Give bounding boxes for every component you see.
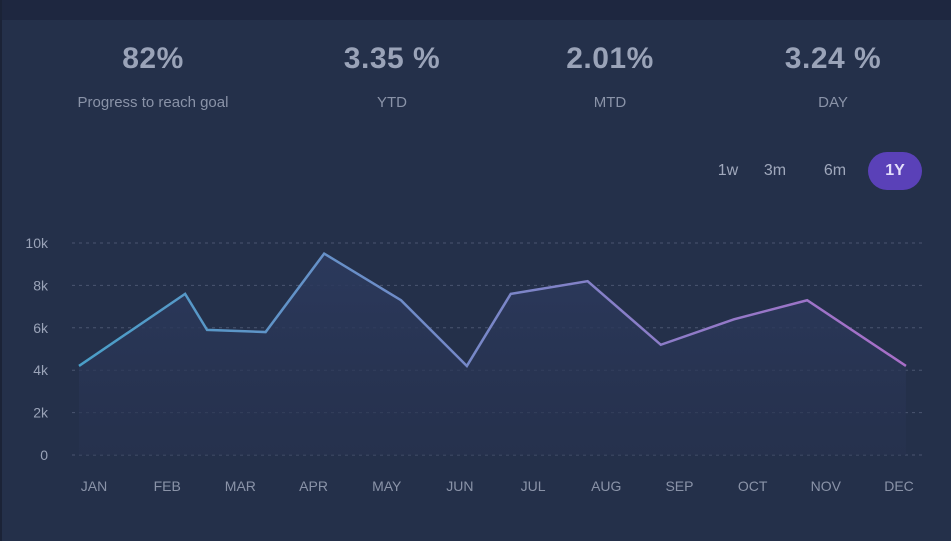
- x-tick-label: MAY: [372, 478, 402, 494]
- stat-label: YTD: [377, 94, 407, 111]
- stat-label: DAY: [818, 94, 848, 111]
- stat-ytd: 3.35 % YTD: [282, 20, 502, 140]
- x-tick-label: APR: [299, 478, 328, 494]
- stat-mtd: 2.01% MTD: [500, 20, 720, 140]
- stat-label: MTD: [593, 94, 627, 111]
- x-tick-label: DEC: [884, 478, 914, 494]
- stat-day: 3.24 % DAY: [723, 20, 943, 140]
- x-tick-label: AUG: [591, 478, 621, 494]
- y-tick-label: 0: [40, 447, 48, 463]
- top-bar: [2, 0, 951, 20]
- x-tick-label: OCT: [738, 478, 768, 494]
- x-tick-label: SEP: [665, 478, 693, 494]
- range-tab-6m[interactable]: 6m: [814, 152, 856, 190]
- area-fill: [79, 253, 906, 455]
- y-tick-label: 8k: [33, 277, 49, 293]
- chart-svg: 0 2k 4k 6k 8k 10k JAN FEB MAR APR MAY JUN JUL AUG SEP…: [25, 235, 922, 494]
- range-tab-1w[interactable]: 1w: [708, 152, 748, 190]
- y-axis-labels: 0 2k 4k 6k 8k 10k: [25, 235, 49, 463]
- x-tick-label: JAN: [81, 478, 107, 494]
- line-chart: 0 2k 4k 6k 8k 10k JAN FEB MAR APR MAY JUN JUL AUG SEP…: [2, 225, 951, 515]
- dashboard-panel: 82% Progress to reach goal 3.35 % YTD 2.…: [0, 0, 951, 541]
- x-tick-label: JUL: [521, 478, 546, 494]
- x-tick-label: NOV: [811, 478, 842, 494]
- stat-value: 2.01%: [566, 42, 654, 75]
- range-selector: 1w 3m 6m 1Y: [702, 152, 932, 190]
- x-tick-label: MAR: [225, 478, 256, 494]
- y-tick-label: 6k: [33, 320, 49, 336]
- y-tick-label: 4k: [33, 362, 49, 378]
- stat-label: Progress to reach goal: [77, 94, 229, 111]
- stats-row: 82% Progress to reach goal 3.35 % YTD 2.…: [2, 20, 951, 140]
- x-axis-labels: JAN FEB MAR APR MAY JUN JUL AUG SEP OCT NOV DEC: [81, 478, 914, 494]
- stat-progress: 82% Progress to reach goal: [43, 20, 263, 140]
- range-tab-1y[interactable]: 1Y: [868, 152, 922, 190]
- y-tick-label: 2k: [33, 405, 49, 421]
- stat-value: 3.24 %: [784, 42, 882, 75]
- stat-value: 3.35 %: [343, 42, 441, 75]
- range-tab-3m[interactable]: 3m: [754, 152, 796, 190]
- x-tick-label: FEB: [154, 478, 181, 494]
- x-tick-label: JUN: [446, 478, 473, 494]
- stat-value: 82%: [122, 42, 184, 75]
- y-tick-label: 10k: [25, 235, 49, 251]
- area-fill-path: [79, 253, 906, 455]
